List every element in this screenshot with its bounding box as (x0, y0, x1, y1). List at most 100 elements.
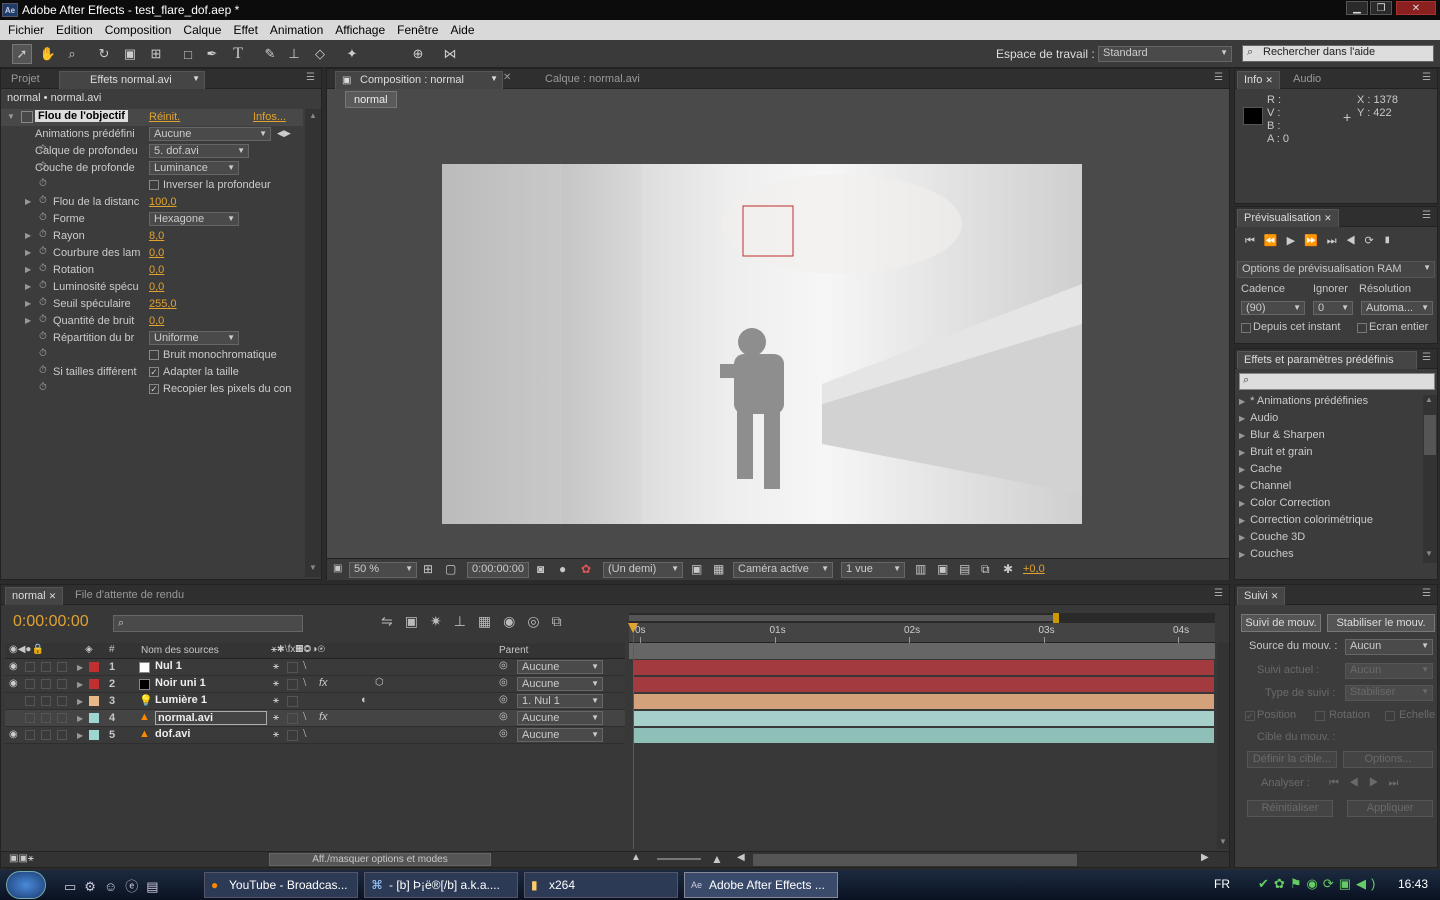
layer-name[interactable]: Nul 1 (155, 660, 182, 672)
taskbar-item-forum[interactable]: ⌘ - [b] Þ¡ë®[/b] a.k.a.... (364, 872, 518, 898)
timeline-scrollbar[interactable]: ▼ (1217, 643, 1229, 849)
tray-network-icon[interactable]: ⚑ (1290, 876, 1307, 891)
zoom-out-icon[interactable]: ▲ (631, 852, 641, 863)
time-ruler[interactable]: 0s 01s 02s 03s 04s (629, 623, 1215, 643)
tab-info[interactable]: Info ✕ (1237, 71, 1280, 89)
preset-category-item[interactable]: ▶ Correction colorimétrique (1239, 514, 1421, 531)
volume-icon[interactable]: ◀) (1356, 876, 1380, 891)
expand-triangle-icon[interactable]: ▶ (25, 316, 31, 325)
property-value[interactable]: 0,0 (149, 247, 164, 259)
preset-category-item[interactable]: ▶ Couche 3D (1239, 531, 1421, 548)
shy-switch-icon[interactable]: ⚹ (273, 695, 279, 706)
label-color-swatch[interactable] (89, 696, 99, 706)
resolution-select[interactable]: (Un demi) ▼ (603, 562, 683, 578)
fx-switch-icon[interactable]: fx (319, 677, 328, 689)
ram-preview-icon[interactable]: ▮ (1383, 235, 1401, 247)
audio-toggle[interactable] (25, 662, 35, 672)
shy-switch-icon[interactable]: ⚹ (273, 729, 279, 740)
close-tab-icon[interactable]: ✕ (1265, 75, 1273, 85)
tab-audio[interactable]: Audio (1287, 71, 1327, 89)
tab-preview[interactable]: Prévisualisation ✕ (1237, 209, 1339, 227)
stopwatch-icon[interactable]: ⏱ (39, 178, 47, 189)
horizontal-scroll-thumb[interactable] (753, 854, 1077, 866)
menu-calque[interactable]: Calque (177, 23, 227, 37)
safe-margins-icon[interactable]: ⊞ (423, 562, 433, 576)
property-value[interactable]: 0,0 (149, 315, 164, 327)
auto-keyframe-icon[interactable]: ⧉ (552, 613, 574, 629)
expand-triangle-icon[interactable]: ▶ (1239, 516, 1245, 525)
parent-select[interactable]: 1. Nul 1 ▼ (517, 694, 603, 708)
label-color-swatch[interactable] (89, 679, 99, 689)
stopwatch-icon[interactable]: ⏱ (39, 331, 47, 342)
expand-triangle-icon[interactable]: ▶ (77, 697, 83, 706)
cadence-select[interactable]: (90) ▼ (1241, 301, 1305, 315)
work-area-end-handle[interactable] (1053, 613, 1059, 623)
flowchart-tab-normal[interactable]: normal (345, 91, 397, 108)
collapse-switch[interactable] (287, 696, 298, 707)
tab-render-queue[interactable]: File d'attente de rendu (69, 587, 190, 605)
ram-options-select[interactable]: Options de prévisualisation RAM ▼ (1237, 261, 1435, 278)
preset-category-item[interactable]: ▶ * Animations prédéfinies (1239, 395, 1421, 412)
stopwatch-icon[interactable]: ⏱ (39, 365, 47, 376)
layer-duration-bar[interactable] (634, 694, 1214, 709)
layer-name[interactable]: normal.avi (155, 711, 267, 725)
collapse-switch[interactable] (287, 662, 298, 673)
first-frame-icon[interactable]: ⏮ (1245, 235, 1264, 247)
fx-switch-icon[interactable]: fx (319, 711, 328, 723)
flowchart-icon[interactable]: ⧉ (981, 562, 990, 577)
from-now-checkbox[interactable] (1241, 323, 1251, 333)
hand-tool-icon[interactable]: ✋ (38, 44, 58, 64)
property-checkbox[interactable] (149, 180, 159, 190)
tab-effects-presets[interactable]: Effets et paramètres prédéfinis (1237, 351, 1417, 369)
show-desktop-icon[interactable]: ▭ (64, 879, 84, 894)
expand-triangle-icon[interactable]: ▶ (1239, 431, 1245, 440)
toggle-switches-modes-button[interactable]: Aff./masquer options et modes (269, 853, 491, 866)
text-tool-icon[interactable]: T (228, 44, 248, 64)
current-time-display[interactable]: 0:00:00:00 (467, 562, 529, 578)
clock[interactable]: 16:43 (1398, 877, 1428, 891)
always-preview-icon[interactable]: ▣ (333, 563, 342, 574)
expand-triangle-icon[interactable]: ▶ (1239, 482, 1245, 491)
minimize-button[interactable]: ▁ (1346, 1, 1368, 15)
tray-security-icon[interactable]: ✔ (1258, 876, 1274, 891)
audio-icon[interactable]: ◀ (1346, 235, 1365, 247)
stopwatch-icon[interactable]: ⏱ (39, 314, 47, 325)
view-layout-select[interactable]: 1 vue ▼ (841, 562, 905, 578)
menu-aide[interactable]: Aide (444, 23, 480, 37)
timeline-timecode[interactable]: 0:00:00:00 (13, 613, 89, 631)
layer-row[interactable]: ◉ ▶ 5 ▲ dof.avi ⚹ ⧵ ◎ Aucune ▼ (5, 727, 625, 744)
motion-blur-icon[interactable]: ▦ (478, 613, 503, 629)
visibility-eye-icon[interactable]: ◉ (9, 729, 18, 740)
camera-select[interactable]: Caméra active ▼ (733, 562, 833, 578)
menu-effet[interactable]: Effet (227, 23, 263, 37)
scroll-down-icon[interactable]: ▼ (1425, 549, 1433, 558)
close-tab-icon[interactable]: ✕ (49, 591, 57, 601)
collapse-switch[interactable] (287, 679, 298, 690)
composition-viewer[interactable] (442, 164, 1082, 524)
effects-scrollbar[interactable]: ▲ ▼ (305, 109, 321, 577)
expand-triangle-icon[interactable]: ▶ (25, 197, 31, 206)
parent-select[interactable]: Aucune ▼ (517, 677, 603, 691)
tray-update-icon[interactable]: ⟳ (1323, 876, 1339, 891)
pickwhip-icon[interactable]: ◎ (499, 660, 508, 671)
close-tab-icon[interactable]: ✕ (503, 72, 511, 83)
expand-triangle-icon[interactable]: ▶ (25, 282, 31, 291)
next-frame-icon[interactable]: ⏩ (1304, 235, 1327, 247)
parent-select[interactable]: Aucune ▼ (517, 728, 603, 742)
collapse-switch[interactable] (287, 730, 298, 741)
users-icon[interactable]: ☺ (104, 879, 125, 894)
menu-edition[interactable]: Edition (50, 23, 99, 37)
lock-toggle[interactable] (57, 713, 67, 723)
presets-scrollbar[interactable]: ▲ ▼ (1423, 395, 1437, 563)
solo-toggle[interactable] (41, 679, 51, 689)
pan-behind-tool-icon[interactable]: ⊞ (146, 44, 166, 64)
panel-menu-icon[interactable]: ☰ (1214, 72, 1223, 83)
clone-stamp-tool-icon[interactable]: ⊥ (284, 44, 304, 64)
pickwhip-icon[interactable]: ◎ (499, 694, 508, 705)
timeline-search-input[interactable]: ⌕ (113, 615, 303, 632)
track-motion-button[interactable]: Suivi de mouv. (1241, 614, 1321, 632)
reset-link[interactable]: Réinit. (149, 111, 180, 123)
channels-icon[interactable]: ✿ (581, 562, 591, 576)
reset-exposure-icon[interactable]: ✱ (1003, 562, 1013, 576)
show-snapshot-icon[interactable]: ● (559, 562, 566, 576)
